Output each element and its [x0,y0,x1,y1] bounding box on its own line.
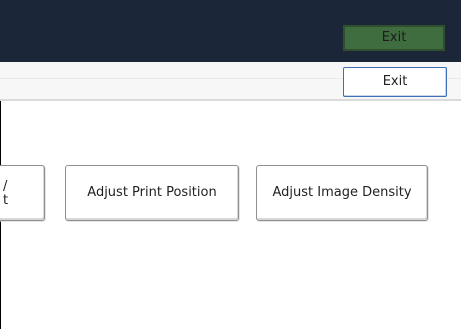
partial-button-label-line-2: t [3,193,9,208]
partially-visible-function-button[interactable]: / t [0,165,45,221]
adjust-print-position-button[interactable]: Adjust Print Position [65,165,239,221]
header-exit-button[interactable]: Exit [343,25,445,51]
adjust-image-density-button[interactable]: Adjust Image Density [256,165,428,221]
top-header-bar: Exit [0,0,461,62]
partial-button-label-line-1: / [3,179,8,194]
exit-button[interactable]: Exit [343,67,447,97]
